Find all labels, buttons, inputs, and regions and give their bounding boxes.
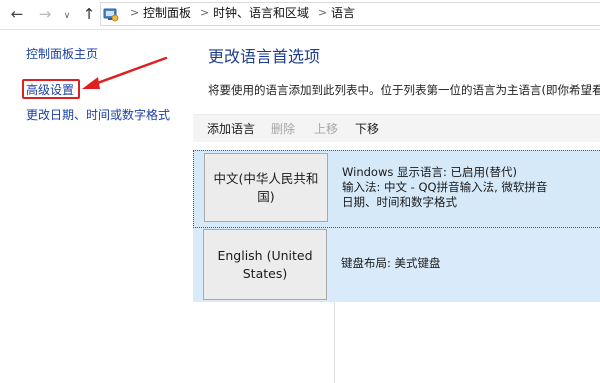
description-text: 将要使用的语言添加到此列表中。位于列表第一位的语言为主语言(即你希望看到 bbox=[208, 83, 600, 97]
detail-line: 键盘布局: 美式键盘 bbox=[341, 256, 441, 270]
detail-line: 日期、时间和数字格式 bbox=[342, 195, 457, 209]
language-name-button[interactable]: English (United States) bbox=[203, 229, 327, 300]
annotation-arrow-icon bbox=[82, 56, 168, 89]
move-up-button[interactable]: 上移 bbox=[314, 122, 338, 136]
breadcrumb-clock-language-region[interactable]: 时钟、语言和区域 bbox=[213, 6, 309, 20]
language-row-chinese[interactable]: 中文(中华人民共和国) Windows 显示语言: 已启用(替代) 输入法: 中… bbox=[193, 150, 600, 228]
breadcrumb-language[interactable]: 语言 bbox=[331, 6, 355, 20]
add-language-button[interactable]: 添加语言 bbox=[207, 122, 255, 136]
breadcrumb-separator: > bbox=[130, 6, 140, 19]
remove-button[interactable]: 删除 bbox=[271, 122, 295, 136]
list-divider bbox=[334, 302, 335, 383]
up-arrow-icon[interactable]: ↑ bbox=[80, 5, 98, 23]
language-name: 中文(中华人民共和国) bbox=[213, 170, 319, 204]
breadcrumb-separator: > bbox=[200, 6, 210, 19]
move-down-button[interactable]: 下移 bbox=[355, 122, 379, 136]
detail-line: 输入法: 中文 - QQ拼音输入法, 微软拼音 bbox=[342, 180, 548, 194]
back-arrow-icon[interactable]: ← bbox=[8, 5, 26, 23]
page-title: 更改语言首选项 bbox=[208, 47, 321, 66]
detail-line: Windows 显示语言: 已启用(替代) bbox=[342, 165, 517, 179]
forward-arrow-icon[interactable]: → bbox=[36, 5, 54, 23]
language-details: Windows 显示语言: 已启用(替代) 输入法: 中文 - QQ拼音输入法,… bbox=[342, 165, 547, 210]
language-name-button[interactable]: 中文(中华人民共和国) bbox=[204, 153, 328, 222]
change-date-time-number-format-link[interactable]: 更改日期、时间或数字格式 bbox=[26, 108, 170, 122]
annotation-highlight-box bbox=[22, 79, 80, 99]
language-details: 键盘布局: 美式键盘 bbox=[341, 256, 441, 271]
recent-locations-chevron-icon[interactable]: ∨ bbox=[58, 7, 76, 25]
control-panel-icon bbox=[103, 8, 119, 22]
breadcrumb-separator: > bbox=[318, 6, 328, 19]
language-row-english[interactable]: English (United States) 键盘布局: 美式键盘 bbox=[193, 228, 600, 302]
breadcrumb-control-panel[interactable]: 控制面板 bbox=[143, 6, 191, 20]
language-name: English (United States) bbox=[217, 247, 313, 281]
